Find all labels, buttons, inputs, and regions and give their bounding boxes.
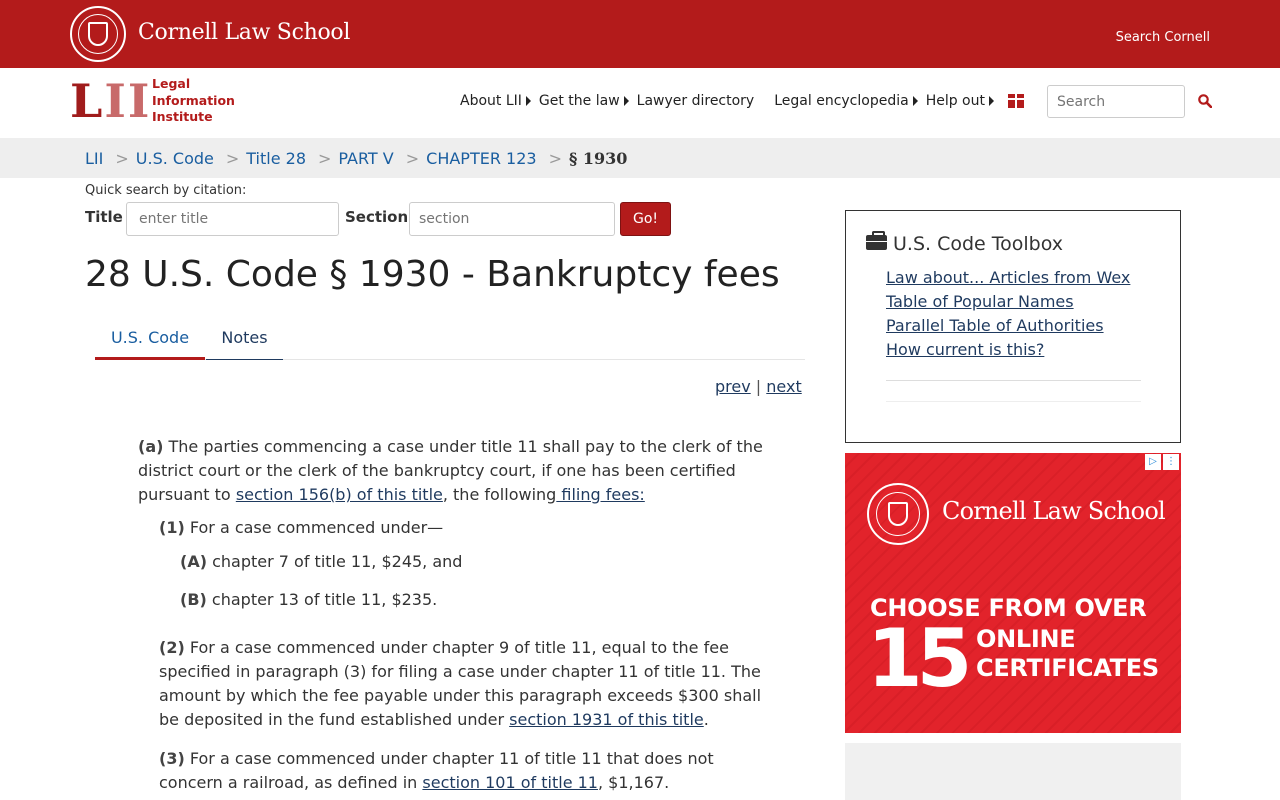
section-label: Section bbox=[345, 208, 409, 226]
ad-more-icon[interactable]: ⋮ bbox=[1163, 454, 1179, 470]
title-label: Title bbox=[85, 208, 123, 226]
search-input[interactable] bbox=[1047, 85, 1185, 118]
paragraph-1: (1) For a case commenced under— bbox=[159, 518, 444, 537]
ad-placeholder bbox=[845, 743, 1181, 800]
ad-headline-line2: ONLINE bbox=[976, 625, 1076, 653]
toolbox-link-how-current[interactable]: How current is this? bbox=[886, 338, 1130, 362]
lii-header: LII Legal Information Institute About LI… bbox=[0, 68, 1280, 138]
breadcrumb: LII > U.S. Code > Title 28 > PART V > CH… bbox=[85, 149, 627, 168]
ad-choices-icon[interactable]: ▷ bbox=[1145, 454, 1161, 470]
ad-controls: ▷ ⋮ bbox=[1143, 454, 1179, 470]
us-code-toolbox: U.S. Code Toolbox Law about... Articles … bbox=[845, 210, 1181, 443]
subparagraph-marker: (B) bbox=[180, 590, 207, 609]
subparagraph-b: (B) chapter 13 of title 11, $235. bbox=[180, 590, 438, 609]
section-101-link[interactable]: section 101 of title 11 bbox=[422, 773, 598, 792]
section-input[interactable] bbox=[409, 202, 615, 236]
nav-legal-encyclopedia[interactable]: Legal encyclopedia bbox=[774, 93, 918, 109]
title-input[interactable] bbox=[126, 202, 339, 236]
subsection-marker: (a) bbox=[138, 437, 164, 456]
prev-next-nav: prev | next bbox=[715, 377, 802, 396]
nav-about-lii[interactable]: About LII bbox=[460, 93, 531, 109]
lii-logo-subtitle[interactable]: Legal Information Institute bbox=[152, 76, 235, 126]
next-link[interactable]: next bbox=[766, 377, 801, 396]
cornell-brand[interactable]: Cornell Law School bbox=[138, 20, 350, 45]
search-cornell-link[interactable]: Search Cornell bbox=[1116, 30, 1210, 45]
caret-right-icon bbox=[525, 96, 531, 106]
caret-right-icon bbox=[912, 96, 918, 106]
breadcrumb-chapter-123[interactable]: CHAPTER 123 bbox=[426, 149, 536, 168]
breadcrumb-lii[interactable]: LII bbox=[85, 149, 103, 168]
cornell-topbar: Cornell Law School Search Cornell bbox=[0, 0, 1280, 68]
toolbox-title: U.S. Code Toolbox bbox=[893, 233, 1064, 255]
go-button[interactable]: Go! bbox=[620, 202, 671, 236]
breadcrumb-bar: LII > U.S. Code > Title 28 > PART V > CH… bbox=[0, 138, 1280, 178]
toolbox-link-wex[interactable]: Law about... Articles from Wex bbox=[886, 266, 1130, 290]
section-1931-link[interactable]: section 1931 of this title bbox=[509, 710, 704, 729]
breadcrumb-us-code[interactable]: U.S. Code bbox=[136, 149, 214, 168]
briefcase-icon bbox=[866, 231, 887, 250]
nav-help-out[interactable]: Help out bbox=[926, 93, 994, 109]
ad-headline-line3: CERTIFICATES bbox=[976, 654, 1159, 682]
ad-number: 15 bbox=[867, 612, 972, 705]
nav-get-the-law[interactable]: Get the law bbox=[539, 93, 629, 109]
search-icon[interactable] bbox=[1198, 94, 1212, 108]
quick-search-label: Quick search by citation: bbox=[85, 183, 247, 198]
toolbox-link-popular-names[interactable]: Table of Popular Names bbox=[886, 290, 1130, 314]
subsection-a: (a) The parties commencing a case under … bbox=[138, 437, 763, 504]
breadcrumb-separator: > bbox=[405, 149, 420, 168]
tab-notes[interactable]: Notes bbox=[206, 318, 283, 360]
caret-right-icon bbox=[988, 96, 994, 106]
advertisement[interactable]: ▷ ⋮ Cornell Law School CHOOSE FROM OVER … bbox=[845, 453, 1181, 733]
section-156b-link[interactable]: section 156(b) of this title bbox=[236, 485, 443, 504]
cornell-seal-icon[interactable] bbox=[70, 6, 126, 62]
subparagraph-a: (A) chapter 7 of title 11, $245, and bbox=[180, 552, 463, 571]
breadcrumb-separator: > bbox=[225, 149, 240, 168]
breadcrumb-title-28[interactable]: Title 28 bbox=[246, 149, 306, 168]
subparagraph-marker: (A) bbox=[180, 552, 208, 571]
breadcrumb-separator: > bbox=[548, 149, 562, 168]
ad-cornell-seal-icon bbox=[867, 483, 929, 545]
caret-right-icon bbox=[623, 96, 629, 106]
toolbox-link-parallel-table[interactable]: Parallel Table of Authorities bbox=[886, 314, 1130, 338]
prev-next-separator: | bbox=[755, 377, 762, 396]
toolbox-divider bbox=[886, 380, 1141, 381]
breadcrumb-separator: > bbox=[115, 149, 129, 168]
paragraph-marker: (1) bbox=[159, 518, 185, 537]
paragraph-marker: (3) bbox=[159, 749, 185, 768]
paragraph-2: (2) For a case commenced under chapter 9… bbox=[159, 638, 762, 729]
nav-lawyer-directory[interactable]: Lawyer directory bbox=[637, 93, 755, 109]
prev-link[interactable]: prev bbox=[715, 377, 751, 396]
gift-icon[interactable] bbox=[997, 82, 1035, 120]
page-title: 28 U.S. Code § 1930 - Bankruptcy fees bbox=[85, 254, 780, 295]
toolbox-divider bbox=[886, 401, 1141, 402]
tab-bar: U.S. Code Notes bbox=[95, 318, 805, 360]
breadcrumb-separator: > bbox=[318, 149, 332, 168]
ad-brand: Cornell Law School bbox=[942, 497, 1166, 525]
breadcrumb-part-v[interactable]: PART V bbox=[338, 149, 393, 168]
filing-fees-link[interactable]: filing fees: bbox=[556, 485, 644, 504]
paragraph-3: (3) For a case commenced under chapter 1… bbox=[159, 749, 714, 792]
breadcrumb-current-section: § 1930 bbox=[568, 149, 628, 168]
toolbox-links: Law about... Articles from Wex Table of … bbox=[886, 266, 1130, 362]
paragraph-marker: (2) bbox=[159, 638, 185, 657]
tab-us-code[interactable]: U.S. Code bbox=[95, 318, 205, 360]
main-nav: About LII Get the law Lawyer directory L… bbox=[460, 93, 1002, 109]
lii-logo[interactable]: LII bbox=[70, 78, 151, 124]
